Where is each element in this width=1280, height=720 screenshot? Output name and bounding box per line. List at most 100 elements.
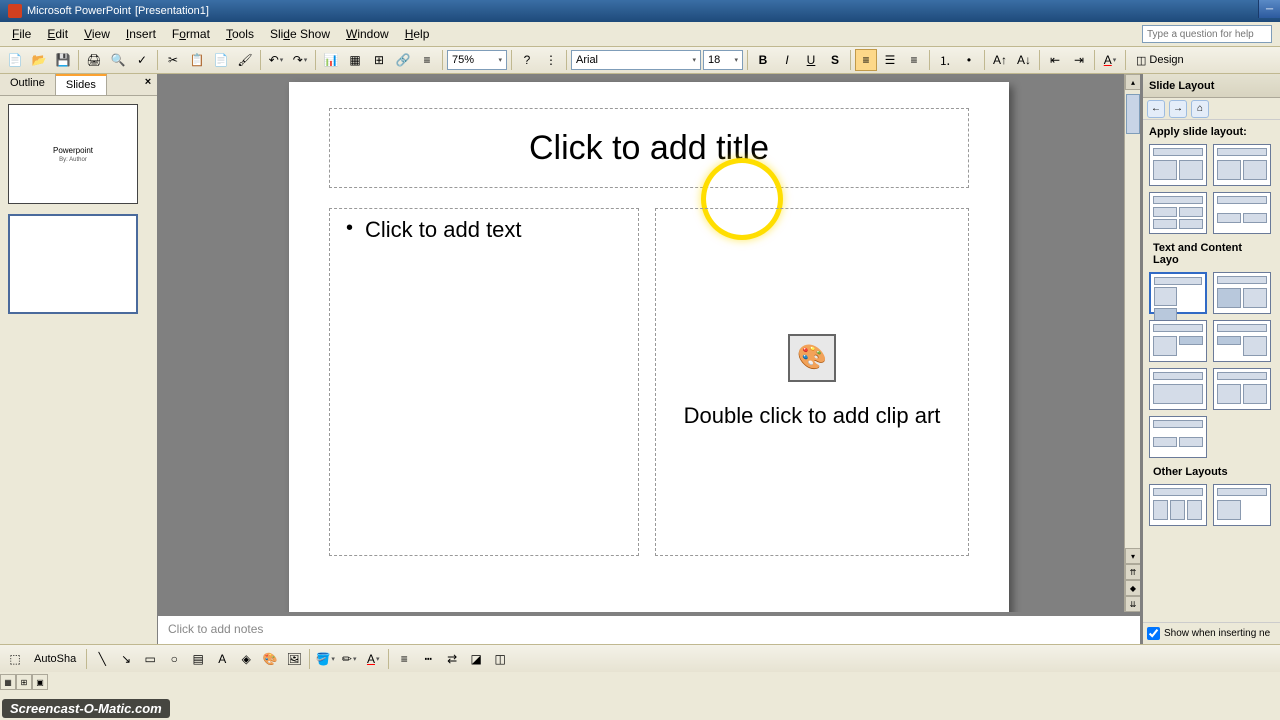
scroll-down-button[interactable]: ▾ xyxy=(1125,548,1140,564)
slide-canvas[interactable]: Click to add title • Click to add text 🎨… xyxy=(289,82,1009,612)
zoom-dropdown[interactable]: 75% ▾ xyxy=(447,50,507,70)
font-color-button-2[interactable]: A▾ xyxy=(362,648,384,670)
align-center-button[interactable]: ☰ xyxy=(879,49,901,71)
line-button[interactable]: ╲ xyxy=(91,648,113,670)
menu-window[interactable]: Window xyxy=(338,25,397,43)
textbox-button[interactable]: ▤ xyxy=(187,648,209,670)
layout-option-10[interactable] xyxy=(1213,368,1271,410)
layout-option-5[interactable] xyxy=(1149,272,1207,314)
layout-option-2[interactable] xyxy=(1213,144,1271,186)
line-style-button[interactable]: ≡ xyxy=(393,648,415,670)
sorter-view-button[interactable]: ⊞ xyxy=(16,674,32,690)
dash-style-button[interactable]: ┅ xyxy=(417,648,439,670)
prev-slide-button[interactable]: ⇈ xyxy=(1125,564,1140,580)
bullets-button[interactable]: • xyxy=(958,49,980,71)
arrow-style-button[interactable]: ⇄ xyxy=(441,648,463,670)
tables-borders-button[interactable]: ⊞ xyxy=(368,49,390,71)
clipart-placeholder[interactable]: 🎨 Double click to add clip art xyxy=(655,208,969,556)
diagram-button[interactable]: ◈ xyxy=(235,648,257,670)
shadow-button[interactable]: S xyxy=(824,49,846,71)
print-preview-button[interactable]: 🔍 xyxy=(107,49,129,71)
menu-format[interactable]: Format xyxy=(164,25,218,43)
layout-option-1[interactable] xyxy=(1149,144,1207,186)
cut-button[interactable]: ✂ xyxy=(162,49,184,71)
numbering-button[interactable]: ⒈ xyxy=(934,49,956,71)
layout-option-3[interactable] xyxy=(1149,192,1207,234)
tab-outline[interactable]: Outline xyxy=(0,74,56,95)
title-placeholder[interactable]: Click to add title xyxy=(329,108,969,188)
menu-edit[interactable]: Edit xyxy=(39,25,76,43)
slide-thumbnail-1[interactable]: Powerpoint By: Author xyxy=(8,104,138,204)
align-right-button[interactable]: ≡ xyxy=(903,49,925,71)
layout-option-4[interactable] xyxy=(1213,192,1271,234)
wordart-button[interactable]: A xyxy=(211,648,233,670)
spell-button[interactable]: ✓ xyxy=(131,49,153,71)
back-button[interactable]: ← xyxy=(1147,100,1165,118)
decrease-indent-button[interactable]: ⇤ xyxy=(1044,49,1066,71)
font-size-dropdown[interactable]: 18 ▾ xyxy=(703,50,743,70)
font-dropdown[interactable]: Arial ▾ xyxy=(571,50,701,70)
clipart-button[interactable]: 🎨 xyxy=(259,648,281,670)
expand-button[interactable]: ≡ xyxy=(416,49,438,71)
copy-button[interactable]: 📋 xyxy=(186,49,208,71)
align-left-button[interactable]: ≡ xyxy=(855,49,877,71)
design-button[interactable]: ◫ Design xyxy=(1130,52,1190,69)
table-button[interactable]: ▦ xyxy=(344,49,366,71)
layout-option-12[interactable] xyxy=(1149,484,1207,526)
menu-slideshow[interactable]: Slide Show xyxy=(262,25,338,43)
paste-button[interactable]: 📄 xyxy=(210,49,232,71)
arrow-button[interactable]: ↘ xyxy=(115,648,137,670)
menu-insert[interactable]: Insert xyxy=(118,25,164,43)
undo-button[interactable]: ↶▾ xyxy=(265,49,287,71)
minimize-button[interactable]: ─ xyxy=(1258,0,1280,18)
text-placeholder[interactable]: • Click to add text xyxy=(329,208,639,556)
new-button[interactable]: 📄 xyxy=(4,49,26,71)
open-button[interactable]: 📂 xyxy=(28,49,50,71)
increase-font-button[interactable]: A↑ xyxy=(989,49,1011,71)
decrease-font-button[interactable]: A↓ xyxy=(1013,49,1035,71)
slide-nav-button[interactable]: ◆ xyxy=(1125,580,1140,596)
menu-view[interactable]: View xyxy=(76,25,118,43)
home-button[interactable]: ⌂ xyxy=(1191,100,1209,118)
italic-button[interactable]: I xyxy=(776,49,798,71)
shadow-style-button[interactable]: ◪ xyxy=(465,648,487,670)
line-color-button[interactable]: ✏▾ xyxy=(338,648,360,670)
format-painter-button[interactable]: 🖌 xyxy=(234,49,256,71)
bold-button[interactable]: B xyxy=(752,49,774,71)
draw-menu-button[interactable]: ⬚ xyxy=(4,648,26,670)
show-when-inserting-checkbox[interactable] xyxy=(1147,627,1160,640)
menu-file[interactable]: File xyxy=(4,25,39,43)
fill-color-button[interactable]: 🪣▾ xyxy=(314,648,336,670)
notes-area[interactable]: Click to add notes xyxy=(158,612,1140,644)
layout-option-11[interactable] xyxy=(1149,416,1207,458)
forward-button[interactable]: → xyxy=(1169,100,1187,118)
scroll-thumb[interactable] xyxy=(1126,94,1140,134)
editor-scrollbar[interactable]: ▴ ▾ ⇈ ◆ ⇊ xyxy=(1124,74,1140,612)
print-button[interactable]: 🖨 xyxy=(83,49,105,71)
toolbar-options-button[interactable]: ⋮ xyxy=(540,49,562,71)
menu-tools[interactable]: Tools xyxy=(218,25,262,43)
slide-thumbnail-2[interactable] xyxy=(8,214,138,314)
chart-button[interactable]: 📊 xyxy=(320,49,342,71)
save-button[interactable]: 💾 xyxy=(52,49,74,71)
menu-help[interactable]: Help xyxy=(397,25,438,43)
layouts-scroller[interactable]: Text and Content Layo Other Layouts xyxy=(1143,142,1280,622)
normal-view-button[interactable]: ▦ xyxy=(0,674,16,690)
slideshow-view-button[interactable]: ▣ xyxy=(32,674,48,690)
layout-option-8[interactable] xyxy=(1213,320,1271,362)
layout-option-13[interactable] xyxy=(1213,484,1271,526)
scroll-up-button[interactable]: ▴ xyxy=(1125,74,1140,90)
picture-button[interactable]: 🖼 xyxy=(283,648,305,670)
font-color-button[interactable]: A▾ xyxy=(1099,49,1121,71)
underline-button[interactable]: U xyxy=(800,49,822,71)
oval-button[interactable]: ○ xyxy=(163,648,185,670)
close-pane-button[interactable]: × xyxy=(139,74,157,95)
layout-option-7[interactable] xyxy=(1149,320,1207,362)
help-button[interactable]: ? xyxy=(516,49,538,71)
autoshapes-button[interactable]: AutoSha xyxy=(28,651,82,667)
help-search-input[interactable] xyxy=(1142,25,1272,43)
hyperlink-button[interactable]: 🔗 xyxy=(392,49,414,71)
layout-option-6[interactable] xyxy=(1213,272,1271,314)
rectangle-button[interactable]: ▭ xyxy=(139,648,161,670)
3d-style-button[interactable]: ◫ xyxy=(489,648,511,670)
